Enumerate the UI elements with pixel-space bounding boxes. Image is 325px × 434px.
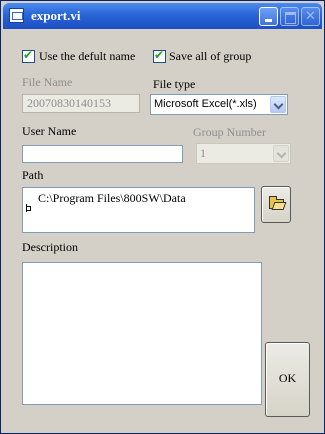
description-label: Description	[22, 240, 78, 254]
export-dialog: export.vi Use the defult name Save all o…	[0, 0, 325, 434]
file-type-select[interactable]: Microsoft Excel(*.xls)	[150, 94, 288, 115]
path-symbol-icon	[26, 204, 32, 212]
chevron-down-icon	[273, 145, 289, 162]
group-number-select: 1	[196, 143, 291, 164]
file-type-label: File type	[153, 77, 196, 91]
minimize-button[interactable]	[259, 7, 278, 26]
file-name-field: 20070830140153	[22, 94, 140, 113]
file-name-label: File Name	[22, 75, 73, 89]
browse-folder-button[interactable]	[261, 186, 291, 223]
window-title: export.vi	[31, 8, 81, 23]
folder-open-icon	[269, 196, 284, 209]
use-default-name-label: Use the defult name	[39, 49, 136, 63]
user-name-label: User Name	[22, 124, 77, 138]
ok-button-label: OK	[278, 371, 297, 385]
title-bar[interactable]: export.vi	[3, 3, 322, 29]
path-value: C:\Program Files\800SW\Data	[38, 191, 186, 205]
close-button	[301, 7, 320, 26]
group-number-selected: 1	[200, 146, 206, 160]
path-field[interactable]: C:\Program Files\800SW\Data	[22, 187, 255, 233]
path-label: Path	[22, 168, 44, 182]
chevron-down-icon[interactable]	[270, 96, 286, 113]
description-textarea[interactable]	[22, 262, 262, 405]
user-name-input[interactable]	[22, 145, 183, 163]
use-default-name-checkbox[interactable]	[22, 48, 35, 63]
save-all-group-label: Save all of group	[169, 49, 252, 63]
file-type-selected: Microsoft Excel(*.xls)	[154, 98, 257, 110]
ok-button[interactable]: OK	[265, 342, 310, 417]
save-all-group-checkbox[interactable]	[153, 48, 166, 63]
maximize-button	[280, 7, 299, 26]
group-number-label: Group Number	[193, 125, 266, 139]
app-window-icon	[9, 8, 24, 23]
